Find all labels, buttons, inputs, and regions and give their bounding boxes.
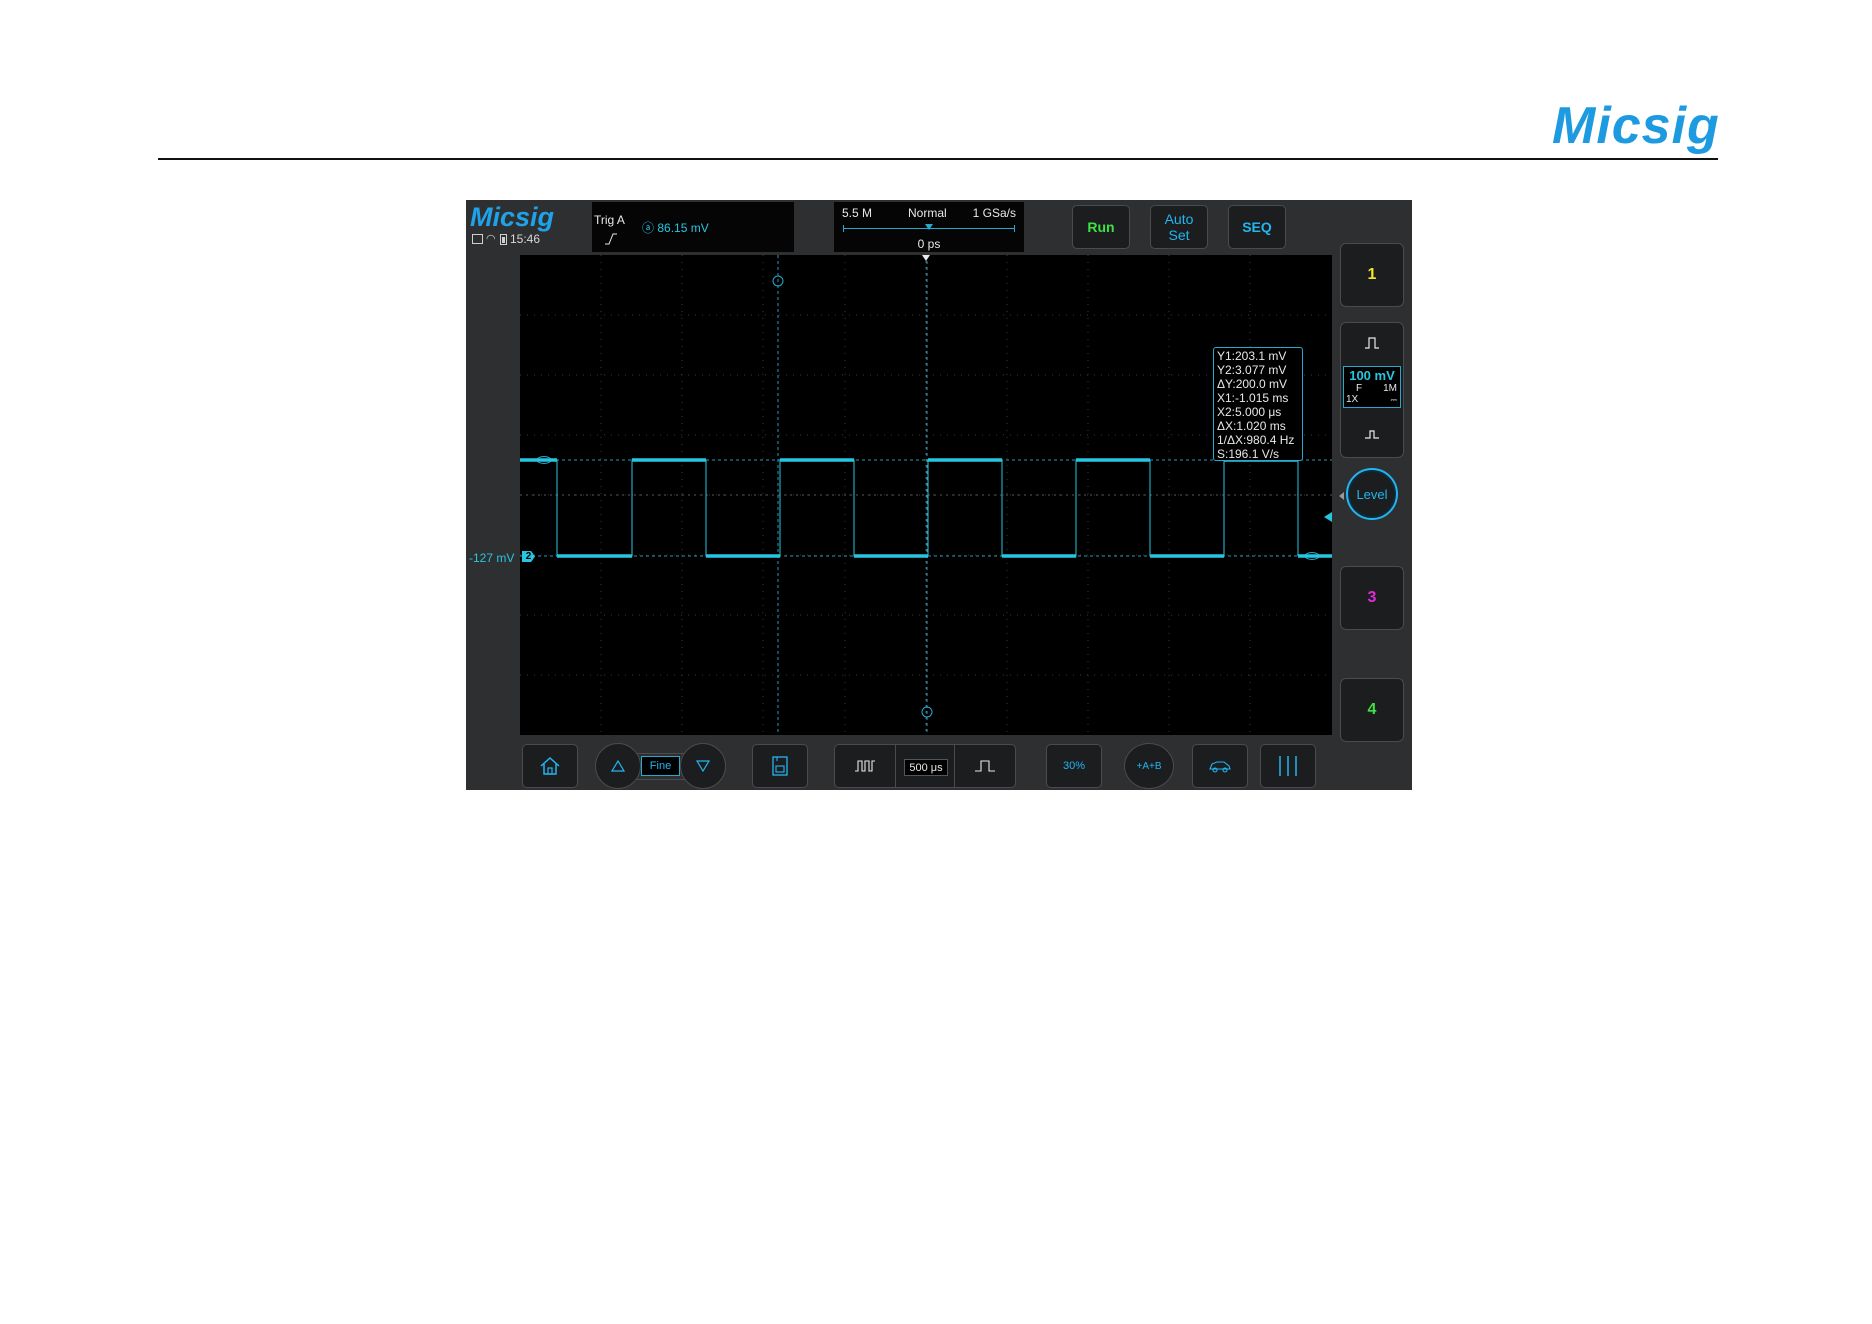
car-icon	[1209, 761, 1231, 773]
timebase-value: 500 μs	[904, 759, 948, 776]
channel2-impedance: 1M	[1383, 383, 1397, 394]
cursor-y1: Y1:203.1 mV	[1217, 349, 1287, 363]
percent-button[interactable]: 30%	[1046, 744, 1102, 788]
cursor-x2: X2:5.000 μs	[1217, 405, 1282, 419]
triangle-down-icon	[696, 760, 710, 772]
cursor-measurements[interactable]: Y1:203.1 mV Y2:3.077 mV ΔY:200.0 mV X1:-…	[1213, 347, 1303, 461]
wifi-icon: ◠	[486, 232, 496, 245]
timebase-expand-button[interactable]	[954, 745, 1015, 787]
cursor-mode-button[interactable]	[1260, 744, 1316, 788]
seq-button[interactable]: SEQ	[1228, 205, 1286, 249]
cursor-y2: Y2:3.077 mV	[1217, 363, 1287, 377]
channel2-probe: 1X	[1346, 394, 1359, 405]
sample-rate: 1 GSa/s	[972, 206, 1016, 220]
bottom-toolbar: Fine 500 μs 30% +A+B	[466, 740, 1412, 790]
narrow-pulse-icon	[1365, 430, 1379, 439]
run-stop-button[interactable]: Run	[1072, 205, 1130, 249]
save-button[interactable]	[752, 744, 808, 788]
trigger-level-value: ⓐ 86.15 mV	[642, 219, 709, 236]
cursor-slew: S:196.1 V/s	[1217, 447, 1280, 461]
scope-brand-logo: Micsig	[470, 202, 555, 232]
trigger-panel[interactable]: Trig A ⓐ 86.15 mV	[592, 202, 794, 252]
page-brand-logo: Micsig	[1552, 97, 1720, 155]
single-pulse-icon	[975, 760, 995, 772]
horizontal-delay: 0 ps	[917, 237, 941, 251]
timebase-control[interactable]: 500 μs	[834, 744, 1016, 788]
channel4-button[interactable]: 4	[1340, 678, 1404, 742]
channel1-button[interactable]: 1	[1340, 243, 1404, 307]
battery-icon	[500, 233, 507, 245]
channel2-trace-edges	[556, 459, 1299, 557]
screen-icon	[472, 234, 483, 244]
auto-set-button[interactable]: Auto Set	[1150, 205, 1208, 249]
multi-pulse-icon	[855, 760, 875, 772]
timebase-compress-button[interactable]	[835, 745, 896, 787]
cursor-frequency: 1/ΔX:980.4 Hz	[1217, 433, 1295, 447]
wide-pulse-icon	[1365, 337, 1379, 349]
oscilloscope-screen: Micsig ◠ 15:46 Trig A ⓐ 86.15 mV 5.5 M N…	[466, 200, 1412, 790]
header-divider	[158, 158, 1718, 160]
channel2-offset-label: -127 mV	[469, 551, 515, 565]
volts-div-up-button[interactable]	[1341, 323, 1403, 363]
cursor-delta-x: ΔX:1.020 ms	[1217, 419, 1286, 433]
cursor-x1: X1:-1.015 ms	[1217, 391, 1289, 405]
timebase-panel[interactable]: 5.5 M Normal 1 GSa/s 0 ps	[834, 202, 1024, 252]
trigger-time-marker	[922, 255, 930, 261]
triangle-up-icon	[611, 760, 625, 772]
auto-set-label: Auto Set	[1164, 211, 1194, 243]
home-icon	[540, 756, 560, 775]
channel2-coupling: F	[1356, 383, 1363, 394]
channel3-button[interactable]: 3	[1340, 566, 1404, 630]
trigger-level-knob[interactable]: Level	[1346, 468, 1398, 520]
dc-coupling-icon: ⎓	[1390, 395, 1397, 404]
clock-time: 15:46	[510, 232, 541, 246]
cursor-bars-icon	[1279, 756, 1297, 776]
rising-edge-icon	[605, 233, 617, 245]
trigger-source-label: Trig A	[594, 213, 625, 227]
status-bar: ◠ 15:46	[472, 232, 540, 246]
waveform-display[interactable]: Y1:203.1 mV Y2:3.077 mV ΔY:200.0 mV X1:-…	[520, 255, 1332, 735]
memory-depth: 5.5 M	[842, 206, 873, 220]
channel2-settings[interactable]: 100 mV F 1M 1X ⎓	[1343, 366, 1401, 408]
trigger-level-icon: ⓐ	[642, 221, 658, 235]
trigger-level-marker[interactable]	[1324, 512, 1332, 522]
level-pointer-icon	[1339, 492, 1344, 500]
ab-button[interactable]: +A+B	[1124, 743, 1174, 789]
adjust-down-button[interactable]	[680, 743, 726, 789]
channel2-volts-div: 100 mV	[1349, 368, 1395, 383]
save-icon	[772, 756, 788, 776]
home-button[interactable]	[522, 744, 578, 788]
auto-menu-button[interactable]	[1192, 744, 1248, 788]
fine-toggle[interactable]: Fine	[641, 756, 680, 776]
cursor-delta-y: ΔY:200.0 mV	[1217, 377, 1288, 391]
adjust-up-button[interactable]	[595, 743, 641, 789]
waveform-grid	[520, 255, 1332, 735]
trigger-level-text: 86.15 mV	[657, 221, 709, 235]
channel2-control[interactable]: 100 mV F 1M 1X ⎓	[1340, 322, 1404, 458]
trigger-position-marker	[925, 224, 933, 230]
acquisition-mode: Normal	[908, 206, 947, 220]
volts-div-down-button[interactable]	[1341, 411, 1403, 457]
